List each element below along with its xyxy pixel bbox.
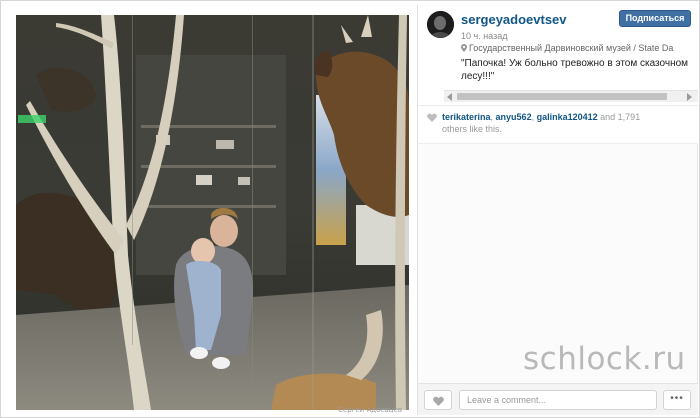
comment-input[interactable]	[459, 390, 657, 410]
post-time[interactable]: 10 ч. назад	[461, 31, 507, 41]
site-watermark: schlock.ru	[523, 341, 686, 377]
photo-pane: Сергей Адоевцев	[5, 5, 416, 415]
scrollbar-thumb[interactable]	[457, 93, 667, 100]
likes-and-text: and	[597, 112, 618, 122]
photo-credit: Сергей Адоевцев	[338, 406, 402, 414]
heart-icon	[427, 113, 437, 122]
liker-link[interactable]: galinka120412	[537, 112, 598, 122]
instagram-post-window: Сергей Адоевцев sergeyadoevtsev Подписат…	[0, 0, 700, 418]
post-photo[interactable]	[16, 15, 409, 410]
post-header: sergeyadoevtsev Подписаться 10 ч. назад …	[418, 5, 698, 105]
location-text: Государственный Дарвиновский музей / Sta…	[469, 43, 674, 53]
liker-link[interactable]: anyu562	[496, 112, 532, 122]
scroll-right-arrow-icon[interactable]	[687, 93, 692, 101]
avatar[interactable]	[427, 11, 454, 38]
post-location[interactable]: Государственный Дарвиновский музей / Sta…	[461, 43, 698, 53]
avatar-image	[427, 11, 454, 38]
post-footer: •••	[418, 383, 698, 415]
more-options-button[interactable]: •••	[663, 390, 691, 410]
like-button[interactable]	[424, 390, 452, 410]
follow-button[interactable]: Подписаться	[619, 10, 691, 27]
location-pin-icon	[461, 44, 467, 52]
likes-count: 1,791	[617, 112, 641, 122]
scroll-left-arrow-icon[interactable]	[447, 93, 452, 101]
likes-suffix: others like this.	[442, 124, 503, 134]
likes-section: terikaterina, anyu562, galinka120412 and…	[418, 105, 698, 143]
post-caption: "Папочка! Уж больно тревожно в этом сказ…	[461, 58, 689, 82]
liker-link[interactable]: terikaterina	[442, 112, 491, 122]
heart-outline-icon	[433, 396, 444, 406]
horizontal-scrollbar[interactable]	[444, 90, 698, 102]
comments-divider	[697, 144, 698, 384]
username-link[interactable]: sergeyadoevtsev	[461, 12, 567, 27]
photo-museum-diorama	[16, 15, 409, 410]
